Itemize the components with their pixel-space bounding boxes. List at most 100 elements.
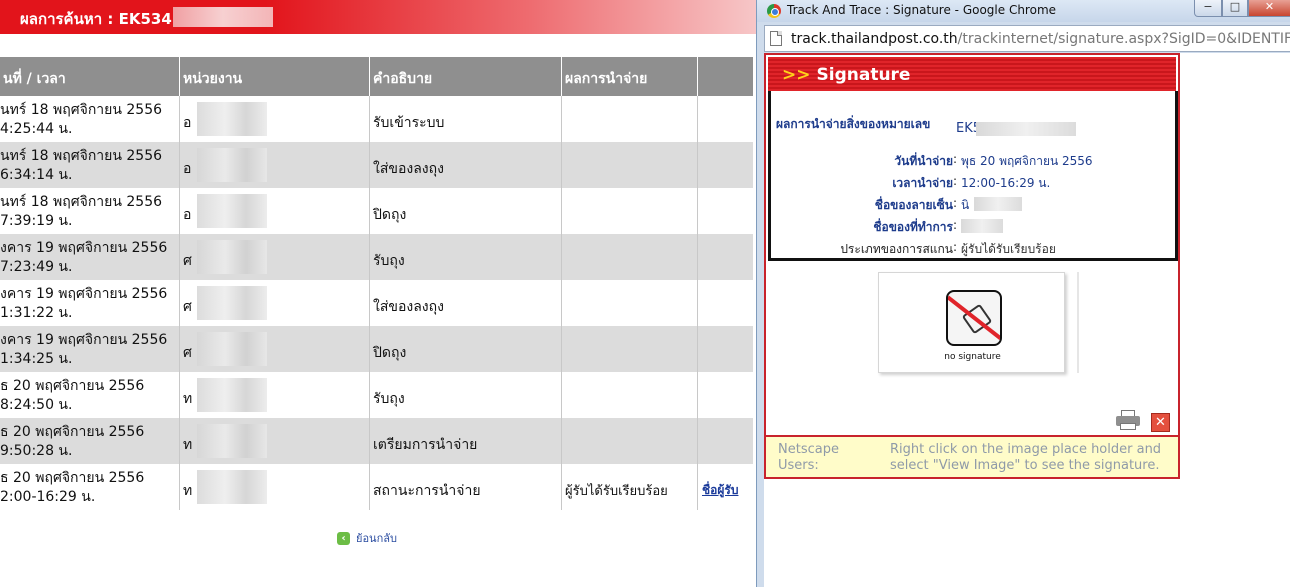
- cell-result: [562, 188, 698, 234]
- signature-banner: >> Signature: [768, 57, 1176, 91]
- cell-unit: อ: [180, 96, 370, 142]
- cell-description: ใส่ของลงถุง: [370, 280, 562, 326]
- cell-unit: อ: [180, 142, 370, 188]
- cell-unit: ท: [180, 372, 370, 418]
- cell-datetime: นทร์ 18 พฤศจิกายน 2556 4:25:44 น.: [0, 96, 180, 142]
- url-host: track.thailandpost.co.th: [791, 31, 958, 47]
- cell-recipient-link: [698, 372, 753, 418]
- cell-description: ใส่ของลงถุง: [370, 142, 562, 188]
- cell-result: ผู้รับได้รับเรียบร้อย: [562, 464, 698, 510]
- scan-label: ประเภทของการสแกน: [840, 242, 953, 256]
- cell-description: เตรียมการนำจ่าย: [370, 418, 562, 464]
- cell-result: [562, 234, 698, 280]
- col-header-datetime: นที่ / เวลา: [0, 57, 180, 96]
- cell-recipient-link: [698, 326, 753, 372]
- col-header-description: คำอธิบาย: [370, 57, 562, 96]
- netscape-note: Netscape Users: Right click on the image…: [764, 435, 1180, 479]
- tracking-result-page: ผลการค้นหา : EK534 นที่ / เวลา หน่วยงาน …: [0, 0, 758, 587]
- table-row: งคาร 19 พฤศจิกายน 2556 1:31:22 น. ศ ใส่ขอ…: [0, 280, 753, 326]
- no-signature-label: no signature: [944, 352, 1001, 362]
- table-row: นทร์ 18 พฤศจิกายน 2556 6:34:14 น. อ ใส่ขอ…: [0, 142, 753, 188]
- close-window-button[interactable]: ✕: [1248, 0, 1290, 17]
- back-link-label: ย้อนกลับ: [356, 532, 397, 545]
- redacted-office: [961, 219, 1003, 233]
- back-link[interactable]: ‹ ย้อนกลับ: [337, 529, 397, 547]
- url-text: track.thailandpost.co.th/trackinternet/s…: [791, 31, 1290, 47]
- col-header-result: ผลการนำจ่าย: [562, 57, 698, 96]
- table-row: ธ 20 พฤศจิกายน 2556 2:00-16:29 น. ท สถานะ…: [0, 464, 753, 510]
- redacted-unit: [197, 332, 267, 366]
- page-icon: [770, 31, 782, 46]
- office-label: ชื่อของที่ทำการ: [873, 220, 953, 234]
- delivery-info-box: ผลการนำจ่ายสิ่งของหมายเลข EK5 วันที่นำจ่…: [768, 91, 1178, 261]
- chrome-logo-icon: [767, 4, 781, 18]
- redacted-unit: [197, 240, 267, 274]
- cell-datetime: นทร์ 18 พฤศจิกายน 2556 7:39:19 น.: [0, 188, 180, 234]
- banner-title: Signature: [816, 65, 911, 85]
- redacted-tracking: [976, 122, 1076, 136]
- cell-result: [562, 372, 698, 418]
- printer-icon[interactable]: [1116, 410, 1140, 430]
- signature-image-placeholder[interactable]: no signature: [878, 272, 1065, 373]
- date-value: พุธ 20 พฤศจิกายน 2556: [961, 154, 1093, 168]
- signature-popup-window: Track And Trace : Signature - Google Chr…: [756, 0, 1290, 587]
- cell-unit: ศ: [180, 280, 370, 326]
- result-title: ผลการค้นหา : EK534: [20, 10, 172, 28]
- redacted-unit: [197, 424, 267, 458]
- signer-value: นิ: [961, 198, 970, 212]
- cell-unit: ศ: [180, 234, 370, 280]
- netscape-users-label: Netscape Users:: [778, 442, 839, 473]
- redacted-unit: [197, 102, 267, 136]
- redacted-unit: [197, 194, 267, 228]
- signature-frame: >> Signature ผลการนำจ่ายสิ่งของหมายเลข EK…: [764, 53, 1180, 479]
- recipient-name-link[interactable]: ชื่อผู้รับ: [698, 464, 753, 510]
- col-header-extra: [698, 57, 753, 96]
- cell-description: ปิดถุง: [370, 326, 562, 372]
- netscape-instructions: Right click on the image place holder an…: [890, 442, 1162, 473]
- redacted-tracking-number: [173, 7, 273, 27]
- redacted-unit: [197, 286, 267, 320]
- address-bar[interactable]: track.thailandpost.co.th/trackinternet/s…: [764, 25, 1290, 52]
- table-row: งคาร 19 พฤศจิกายน 2556 7:23:49 น. ศ รับถุ…: [0, 234, 753, 280]
- cell-recipient-link: [698, 96, 753, 142]
- cell-result: [562, 142, 698, 188]
- table-row: ธ 20 พฤศจิกายน 2556 8:24:50 น. ท รับถุง: [0, 372, 753, 418]
- redacted-unit: [197, 148, 267, 182]
- col-header-unit: หน่วยงาน: [180, 57, 370, 96]
- cell-result: [562, 326, 698, 372]
- cell-recipient-link: [698, 280, 753, 326]
- table-row: งคาร 19 พฤศจิกายน 2556 1:34:25 น. ศ ปิดถุ…: [0, 326, 753, 372]
- cell-recipient-link: [698, 234, 753, 280]
- back-arrow-icon: ‹: [337, 531, 350, 545]
- cell-unit: ท: [180, 464, 370, 510]
- result-header: ผลการค้นหา : EK534: [0, 0, 758, 34]
- maximize-button[interactable]: □: [1222, 0, 1248, 17]
- cell-unit: อ: [180, 188, 370, 234]
- minimize-button[interactable]: −: [1194, 0, 1222, 17]
- popup-content: >> Signature ผลการนำจ่ายสิ่งของหมายเลข EK…: [764, 53, 1290, 587]
- cell-result: [562, 96, 698, 142]
- cell-datetime: งคาร 19 พฤศจิกายน 2556 1:31:22 น.: [0, 280, 180, 326]
- cell-description: รับถุง: [370, 372, 562, 418]
- cell-recipient-link: [698, 418, 753, 464]
- cell-description: ปิดถุง: [370, 188, 562, 234]
- cell-unit: ศ: [180, 326, 370, 372]
- window-titlebar[interactable]: Track And Trace : Signature - Google Chr…: [757, 0, 1290, 22]
- no-signature-icon: [946, 290, 1002, 346]
- redacted-unit: [197, 470, 267, 504]
- time-value: 12:00-16:29 น.: [961, 176, 1051, 190]
- signature-banner-title: >> Signature: [782, 65, 910, 85]
- table-row: นทร์ 18 พฤศจิกายน 2556 7:39:19 น. อ ปิดถุ…: [0, 188, 753, 234]
- cell-result: [562, 418, 698, 464]
- cell-unit: ท: [180, 418, 370, 464]
- cell-datetime: ธ 20 พฤศจิกายน 2556 2:00-16:29 น.: [0, 464, 180, 510]
- table-row: นทร์ 18 พฤศจิกายน 2556 4:25:44 น. อ รับเข…: [0, 96, 753, 142]
- cell-description: สถานะการนำจ่าย: [370, 464, 562, 510]
- cell-result: [562, 280, 698, 326]
- close-icon[interactable]: ✕: [1151, 413, 1170, 432]
- cell-datetime: งคาร 19 พฤศจิกายน 2556 7:23:49 น.: [0, 234, 180, 280]
- cell-datetime: ธ 20 พฤศจิกายน 2556 9:50:28 น.: [0, 418, 180, 464]
- redacted-unit: [197, 378, 267, 412]
- banner-arrows: >>: [782, 65, 811, 85]
- url-path: /trackinternet/signature.aspx?SigID=0&ID…: [957, 31, 1290, 47]
